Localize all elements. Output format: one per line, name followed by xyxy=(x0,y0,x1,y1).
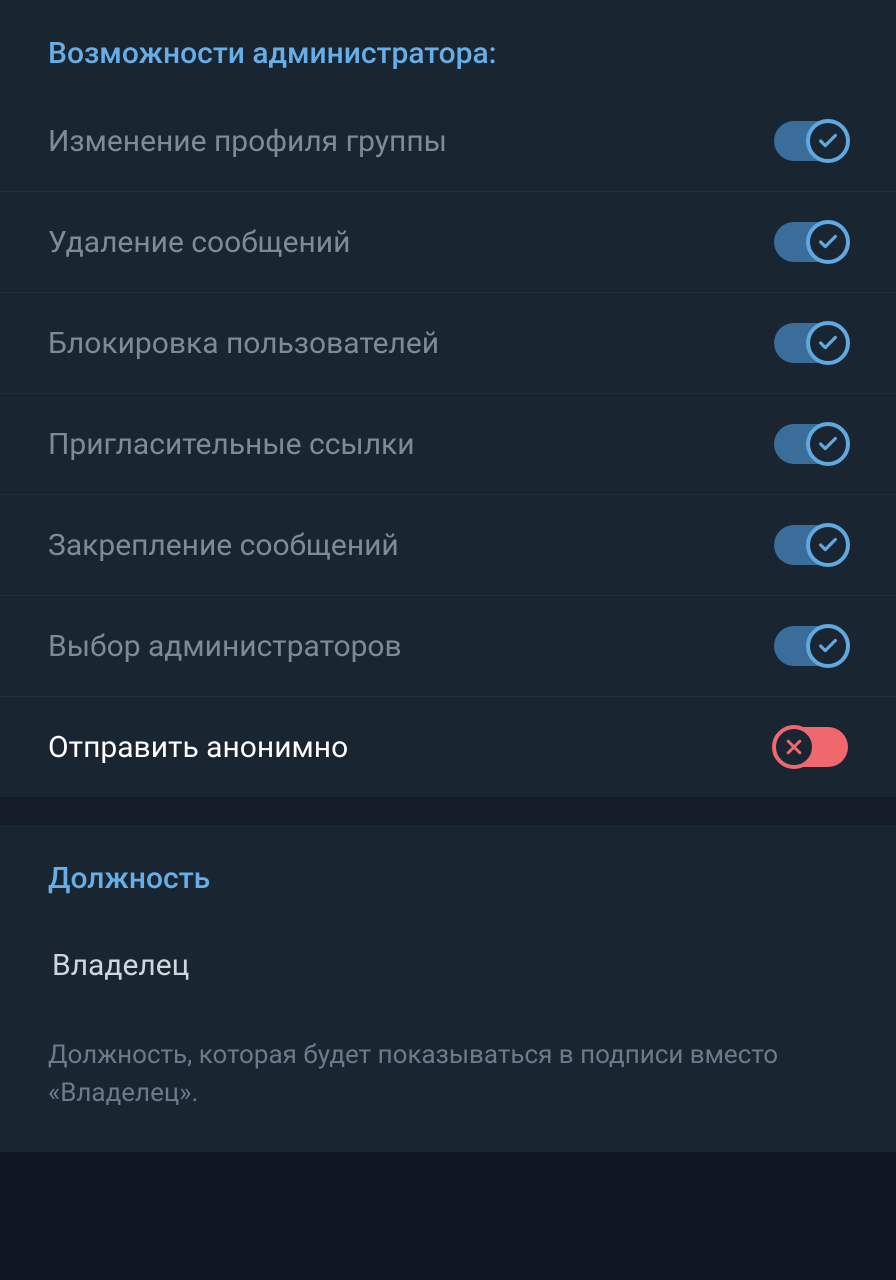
permission-row-change-profile: Изменение профиля группы xyxy=(0,91,896,192)
admin-permissions-section: Возможности администратора: Изменение пр… xyxy=(0,0,896,797)
toggle-send-anonymous[interactable] xyxy=(774,727,848,767)
permission-label: Отправить анонимно xyxy=(48,730,348,765)
section-divider xyxy=(0,797,896,825)
permission-row-invite-links: Пригласительные ссылки xyxy=(0,394,896,495)
admin-title-input[interactable] xyxy=(48,940,848,991)
permission-row-pin-messages: Закрепление сообщений xyxy=(0,495,896,596)
title-input-row xyxy=(0,916,896,1019)
toggle-delete-messages[interactable] xyxy=(774,222,848,262)
permission-label: Закрепление сообщений xyxy=(48,528,399,563)
toggle-invite-links[interactable] xyxy=(774,424,848,464)
section-header-title: Должность xyxy=(0,825,896,916)
check-icon xyxy=(806,422,850,466)
permission-label: Удаление сообщений xyxy=(48,225,350,260)
check-icon xyxy=(806,624,850,668)
permission-label: Пригласительные ссылки xyxy=(48,427,415,462)
title-helper-text: Должность, которая будет показываться в … xyxy=(0,1019,896,1152)
toggle-change-profile[interactable] xyxy=(774,121,848,161)
toggle-add-admins[interactable] xyxy=(774,626,848,666)
check-icon xyxy=(806,119,850,163)
toggle-pin-messages[interactable] xyxy=(774,525,848,565)
section-header-permissions: Возможности администратора: xyxy=(0,0,896,91)
permission-label: Изменение профиля группы xyxy=(48,124,447,159)
toggle-ban-users[interactable] xyxy=(774,323,848,363)
permission-row-delete-messages: Удаление сообщений xyxy=(0,192,896,293)
check-icon xyxy=(806,321,850,365)
permission-label: Выбор администраторов xyxy=(48,629,402,664)
check-icon xyxy=(806,523,850,567)
permission-row-add-admins: Выбор администраторов xyxy=(0,596,896,697)
admin-title-section: Должность Должность, которая будет показ… xyxy=(0,825,896,1152)
permission-row-send-anonymous: Отправить анонимно xyxy=(0,697,896,797)
permission-label: Блокировка пользователей xyxy=(48,326,439,361)
permission-row-ban-users: Блокировка пользователей xyxy=(0,293,896,394)
close-icon xyxy=(772,725,816,769)
check-icon xyxy=(806,220,850,264)
